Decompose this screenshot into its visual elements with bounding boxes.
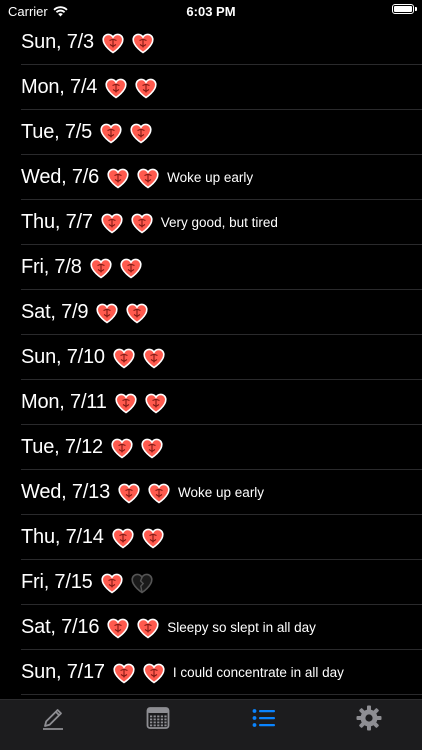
entry-date: Tue, 7/12	[21, 436, 103, 458]
entry-hearts	[112, 347, 166, 369]
heart-icon	[131, 32, 155, 54]
heart-icon	[95, 302, 119, 324]
list-item[interactable]: Fri, 7/15	[0, 560, 422, 605]
entry-date: Wed, 7/6	[21, 166, 100, 188]
entry-hearts	[111, 527, 165, 549]
list-item[interactable]: Tue, 7/12	[0, 425, 422, 470]
entry-hearts	[117, 482, 171, 504]
list-item[interactable]: Sun, 7/10	[0, 335, 422, 380]
heart-icon	[119, 257, 143, 279]
heart-icon	[147, 482, 171, 504]
heart-icon	[106, 167, 130, 189]
tab-bar	[0, 699, 422, 750]
heart-icon	[142, 347, 166, 369]
tab-list[interactable]	[234, 700, 294, 740]
entry-hearts	[100, 572, 154, 594]
entry-hearts	[106, 617, 160, 639]
heart-icon	[142, 662, 166, 684]
calendar-icon	[144, 704, 172, 737]
entry-note: Woke up early	[178, 485, 265, 500]
entry-date: Tue, 7/5	[21, 121, 93, 143]
entry-note: Sleepy so slept in all day	[167, 620, 316, 635]
entry-note: I could concentrate in all day	[172, 665, 344, 680]
entry-hearts	[101, 32, 155, 54]
entry-hearts	[100, 212, 154, 234]
status-time: 6:03 PM	[186, 4, 236, 19]
tab-pencil[interactable]	[23, 700, 83, 740]
entry-note: Woke up early	[167, 170, 254, 185]
list-item[interactable]: Sun, 7/17 I could concentrate in all day	[0, 650, 422, 695]
heart-icon	[129, 122, 153, 144]
heart-icon	[117, 482, 141, 504]
list-item[interactable]: Sat, 7/9	[0, 290, 422, 335]
entry-date: Sun, 7/17	[21, 661, 105, 683]
list-item[interactable]: Sun, 7/3	[0, 20, 422, 65]
entry-date: Thu, 7/14	[21, 526, 104, 548]
heart-icon	[100, 572, 124, 594]
pencil-icon	[39, 704, 67, 737]
broken-heart-icon	[130, 572, 154, 594]
entry-hearts	[89, 257, 143, 279]
list-item[interactable]: Tue, 7/5	[0, 110, 422, 155]
heart-icon	[140, 437, 164, 459]
entry-date: Sun, 7/3	[21, 31, 94, 53]
heart-icon	[130, 212, 154, 234]
entry-date: Mon, 7/4	[21, 76, 98, 98]
entry-hearts	[95, 302, 149, 324]
list-item[interactable]: Thu, 7/7 Very good, but tired	[0, 200, 422, 245]
gear-icon	[355, 704, 383, 737]
entry-date: Sat, 7/9	[21, 301, 89, 323]
entry-date: Wed, 7/13	[21, 481, 111, 503]
battery-icon	[392, 4, 417, 14]
list-item[interactable]: Thu, 7/14	[0, 515, 422, 560]
entry-date: Sat, 7/16	[21, 616, 100, 638]
heart-icon	[104, 77, 128, 99]
entry-hearts	[112, 662, 166, 684]
entry-hearts	[104, 77, 158, 99]
entry-list[interactable]: Sun, 7/3 Mon, 7/4 Tue, 7/5 Wed, 7/6 Woke up …	[0, 20, 422, 695]
entry-hearts	[110, 437, 164, 459]
list-item[interactable]: Mon, 7/11	[0, 380, 422, 425]
heart-icon	[100, 212, 124, 234]
heart-icon	[114, 392, 138, 414]
heart-icon	[134, 77, 158, 99]
list-item[interactable]: Mon, 7/4	[0, 65, 422, 110]
status-right	[392, 4, 417, 14]
status-bar: Carrier 6:03 PM	[0, 0, 422, 22]
heart-icon	[111, 527, 135, 549]
list-item[interactable]: Wed, 7/6 Woke up early	[0, 155, 422, 200]
entry-date: Mon, 7/11	[21, 391, 107, 413]
list-item[interactable]: Wed, 7/13 Woke up early	[0, 470, 422, 515]
heart-icon	[110, 437, 134, 459]
entry-date: Fri, 7/15	[21, 571, 93, 593]
heart-icon	[136, 167, 160, 189]
heart-icon	[112, 347, 136, 369]
heart-icon	[141, 527, 165, 549]
entry-date: Thu, 7/7	[21, 211, 93, 233]
tab-calendar[interactable]	[128, 700, 188, 740]
entry-date: Sun, 7/10	[21, 346, 105, 368]
entry-note: Very good, but tired	[160, 215, 278, 230]
entry-hearts	[99, 122, 153, 144]
heart-icon	[125, 302, 149, 324]
heart-icon	[112, 662, 136, 684]
tab-gear[interactable]	[339, 700, 399, 740]
list-item[interactable]: Fri, 7/8	[0, 245, 422, 290]
entry-date: Fri, 7/8	[21, 256, 82, 278]
heart-icon	[144, 392, 168, 414]
heart-icon	[101, 32, 125, 54]
list-icon	[250, 704, 278, 737]
heart-icon	[106, 617, 130, 639]
heart-icon	[136, 617, 160, 639]
heart-icon	[89, 257, 113, 279]
entry-hearts	[106, 167, 160, 189]
entry-hearts	[114, 392, 168, 414]
list-item[interactable]: Sat, 7/16 Sleepy so slept in all day	[0, 605, 422, 650]
heart-icon	[99, 122, 123, 144]
